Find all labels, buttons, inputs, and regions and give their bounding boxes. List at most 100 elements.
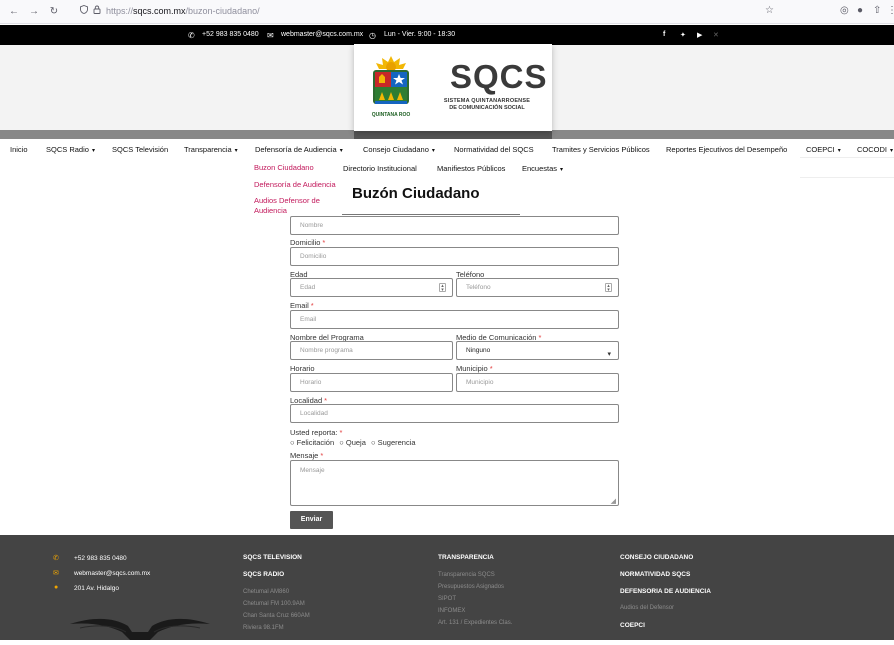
chevron-down-icon: ▾ xyxy=(890,148,894,154)
footer-email[interactable]: webmaster@sqcs.com.mx xyxy=(74,570,150,577)
radio-sugerencia[interactable]: ○ Sugerencia xyxy=(371,438,416,447)
footer-link-presupuestos[interactable]: Presupuestos Asignados xyxy=(438,584,504,590)
youtube-icon[interactable]: ▶ xyxy=(697,31,702,39)
share-icon[interactable]: ⇧ xyxy=(873,5,881,16)
domicilio-input[interactable]: Domicilio xyxy=(290,247,619,266)
nav-item-encuestas[interactable]: Encuestas ▾ xyxy=(522,164,563,173)
nav-item-coepci[interactable]: COEPCI ▾ xyxy=(806,145,841,154)
x-icon[interactable]: ✕ xyxy=(713,31,719,39)
nav-item-consejo[interactable]: Consejo Ciudadano ▾ xyxy=(363,145,435,154)
caret-down-icon: ▾ xyxy=(607,351,611,358)
nav-item-label: COEPCI xyxy=(806,145,835,154)
footer-eagle-logo-icon xyxy=(70,602,210,645)
footer-link-consejo[interactable]: CONSEJO CIUDADANO xyxy=(620,554,693,561)
domicilio-label: Domicilio * xyxy=(290,238,325,247)
site-logo[interactable]: QUINTANA ROO SQCS SISTEMA QUINTANARROENS… xyxy=(354,44,552,131)
topbar-phone[interactable]: +52 983 835 0480 xyxy=(202,31,259,38)
nav-item-label: Consejo Ciudadano xyxy=(363,145,429,154)
programa-input[interactable]: Nombre programa xyxy=(290,341,453,360)
footer-link-defensoria[interactable]: DEFENSORIA DE AUDIENCIA xyxy=(620,588,711,595)
page-title: Buzón Ciudadano xyxy=(352,185,480,202)
radio-felicitacion[interactable]: ○ Felicitación xyxy=(290,438,334,447)
nav-item-sqcs-radio[interactable]: SQCS Radio ▾ xyxy=(46,145,95,154)
shield-caption: QUINTANA ROO xyxy=(371,112,411,118)
footer-link-chetumal-fm[interactable]: Chetumal FM 100.9AM xyxy=(243,601,305,607)
edad-input[interactable]: Edad ▴ ▾ xyxy=(290,278,453,297)
facebook-icon[interactable]: f xyxy=(663,31,665,38)
localidad-input[interactable]: Localidad xyxy=(290,404,619,423)
nav-item-normatividad[interactable]: Normatividad del SQCS xyxy=(454,145,534,154)
clock-icon: ◷ xyxy=(369,31,376,40)
dropdown-item-defensoria[interactable]: Defensoría de Audiencia xyxy=(254,180,336,189)
pocket-icon[interactable]: ◎ xyxy=(840,5,849,16)
nav-item-sqcs-television[interactable]: SQCS Televisión xyxy=(112,145,168,154)
resize-handle-icon[interactable]: ◢ xyxy=(611,497,616,505)
medio-select[interactable]: Ninguno ▾ xyxy=(456,341,619,360)
footer-link-television[interactable]: SQCS TELEVISION xyxy=(243,554,302,561)
horario-input[interactable]: Horario xyxy=(290,373,453,392)
logo-title: SQCS xyxy=(450,58,548,95)
dropdown-item-buzon[interactable]: Buzon Ciudadano xyxy=(254,163,314,172)
footer-link-sipot[interactable]: SIPOT xyxy=(438,596,456,602)
envelope-icon: ✉ xyxy=(53,570,59,577)
phone-icon: ✆ xyxy=(188,31,195,40)
horario-label: Horario xyxy=(290,364,315,373)
municipio-input[interactable]: Municipio xyxy=(456,373,619,392)
footer-link-chetumal-am[interactable]: Chetumal AM860 xyxy=(243,589,289,595)
telefono-placeholder: Teléfono xyxy=(466,284,491,291)
reporta-label-text: Usted reporta: xyxy=(290,428,338,437)
chevron-down-icon: ▾ xyxy=(560,167,564,173)
dropdown-item-audios-cont[interactable]: Audiencia xyxy=(254,206,287,215)
footer-link-infomex[interactable]: INFOMEX xyxy=(438,608,465,614)
url-domain: sqcs.com.mx xyxy=(133,5,186,16)
radio-queja[interactable]: ○ Queja xyxy=(339,438,366,447)
footer-link-riviera[interactable]: Riviera 98.1FM xyxy=(243,625,284,631)
nav-item-transparencia[interactable]: Transparencia ▾ xyxy=(184,145,238,154)
nav-item-defensoria[interactable]: Defensoría de Audiencia ▾ xyxy=(255,145,343,154)
dropdown-item-audios[interactable]: Audios Defensor de xyxy=(254,196,320,205)
twitter-icon[interactable]: ✦ xyxy=(680,31,686,39)
telefono-input[interactable]: Teléfono ▴ ▾ xyxy=(456,278,619,297)
number-stepper-icon[interactable]: ▴ ▾ xyxy=(605,283,612,293)
footer-link-radio[interactable]: SQCS RADIO xyxy=(243,571,284,578)
radio-label: Felicitación xyxy=(296,438,335,447)
topbar-email[interactable]: webmaster@sqcs.com.mx xyxy=(281,31,363,38)
nav-item-cocodi[interactable]: COCODI ▾ xyxy=(857,145,893,154)
footer-link-chan-santa-cruz[interactable]: Chan Santa Cruz 660AM xyxy=(243,613,310,619)
footer-link-transparencia[interactable]: TRANSPARENCIA xyxy=(438,554,494,561)
menu-icon[interactable]: ⋮ xyxy=(887,5,894,16)
footer-link-audios-defensor[interactable]: Audios del Defensor xyxy=(620,605,674,611)
email-input[interactable]: Email xyxy=(290,310,619,329)
footer-link-transparencia-sqcs[interactable]: Transparencia SQCS xyxy=(438,572,495,578)
footer-link-art131[interactable]: Art. 131 / Expedientes Clas. xyxy=(438,620,512,626)
nav-item-directorio[interactable]: Directorio Institucional xyxy=(343,164,417,173)
municipio-label-text: Municipio xyxy=(456,364,488,373)
address-bar[interactable]: https://sqcs.com.mx/buzon-ciudadano/ xyxy=(80,5,260,16)
profile-icon[interactable]: ● xyxy=(857,5,863,16)
mensaje-label-text: Mensaje xyxy=(290,451,319,460)
nav-item-tramites[interactable]: Tramites y Servicios Públicos xyxy=(552,145,650,154)
bookmark-star-icon[interactable]: ☆ xyxy=(765,5,774,16)
edad-placeholder: Edad xyxy=(300,284,316,291)
mensaje-placeholder: Mensaje xyxy=(300,467,325,474)
forward-icon[interactable]: → xyxy=(28,6,40,17)
reload-icon[interactable]: ↻ xyxy=(48,6,60,17)
nav-item-label: SQCS Radio xyxy=(46,145,89,154)
nombre-input[interactable]: Nombre xyxy=(290,216,619,235)
mensaje-textarea[interactable]: Mensaje ◢ xyxy=(290,460,619,506)
footer-link-normatividad[interactable]: NORMATIVIDAD SQCS xyxy=(620,571,690,578)
back-icon[interactable]: ← xyxy=(8,6,20,17)
required-asterisk: * xyxy=(310,301,314,310)
footer-phone[interactable]: +52 983 835 0480 xyxy=(74,555,127,562)
municipio-label: Municipio * xyxy=(456,364,493,373)
submit-button[interactable]: Enviar xyxy=(290,511,333,529)
url-path: /buzon-ciudadano/ xyxy=(185,5,260,16)
number-stepper-icon[interactable]: ▴ ▾ xyxy=(439,283,446,293)
topbar-hours: Lun - Vier. 9:00 - 18:30 xyxy=(384,31,456,38)
footer-link-coepci[interactable]: COEPCI xyxy=(620,622,645,629)
nav-item-label: Defensoría de Audiencia xyxy=(255,145,337,154)
nav-item-inicio[interactable]: Inicio xyxy=(10,145,28,154)
reporta-label: Usted reporta: * xyxy=(290,428,342,437)
nav-item-manifiestos[interactable]: Manifiestos Públicos xyxy=(437,164,505,173)
nav-item-reportes[interactable]: Reportes Ejecutivos del Desempeño xyxy=(666,145,787,154)
